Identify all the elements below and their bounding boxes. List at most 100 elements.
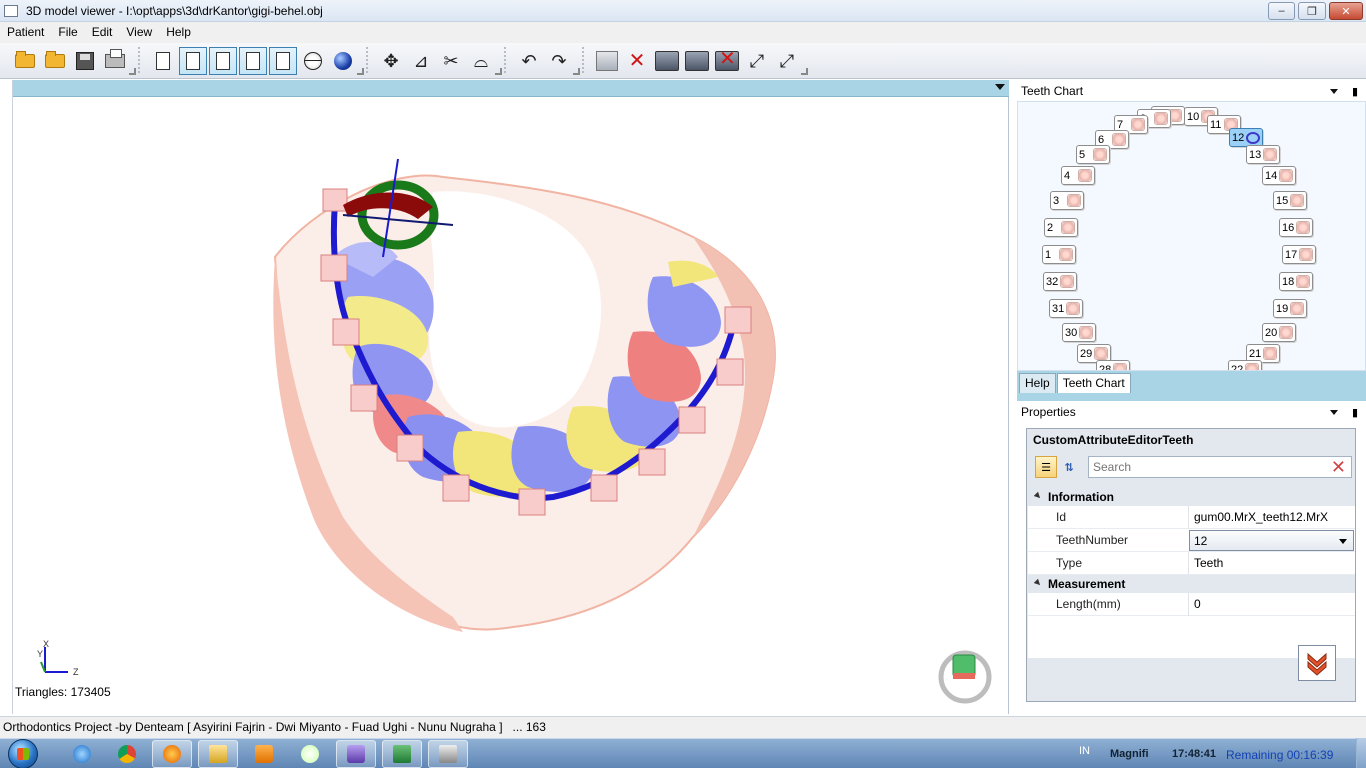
tooth-4[interactable]: 4 xyxy=(1061,166,1095,185)
property-value-type[interactable]: Teeth xyxy=(1188,552,1355,575)
menu-patient[interactable]: Patient xyxy=(0,22,51,43)
property-value-length[interactable]: 0 xyxy=(1188,593,1355,616)
open-file-button[interactable] xyxy=(41,47,69,75)
machine-button-2[interactable] xyxy=(683,47,711,75)
tooth-18[interactable]: 18 xyxy=(1279,272,1314,291)
clear-search-icon[interactable]: ✕ xyxy=(1331,457,1346,477)
property-value-id[interactable]: gum00.MrX_teeth12.MrX xyxy=(1188,506,1355,529)
undo-button[interactable]: ↶ xyxy=(515,47,543,75)
view-page-button[interactable] xyxy=(179,46,207,75)
taskbar-chrome[interactable] xyxy=(107,740,147,768)
property-row-id[interactable]: Id gum00.MrX_teeth12.MrX xyxy=(1028,506,1355,529)
tooth-15[interactable]: 15 xyxy=(1273,191,1308,210)
bracket xyxy=(716,358,744,386)
property-row-teethnumber[interactable]: TeethNumber 12 xyxy=(1028,529,1355,552)
bezier-tool-button[interactable]: ⌓ xyxy=(467,47,495,75)
solid-render-button[interactable] xyxy=(329,47,357,75)
tooth-32[interactable]: 32 xyxy=(1043,272,1078,291)
start-button[interactable] xyxy=(8,739,38,768)
redo-button[interactable]: ↷ xyxy=(545,47,573,75)
machine-button[interactable] xyxy=(653,47,681,75)
view-page-button[interactable] xyxy=(209,46,237,75)
tooth-1[interactable]: 1 xyxy=(1042,245,1076,264)
connect-button[interactable]: ⤢ xyxy=(743,47,771,75)
cut-tool-button[interactable]: ✂ xyxy=(437,47,465,75)
menu-file[interactable]: File xyxy=(51,22,84,43)
teeth-chart: 9 10 8 7 11 12 6 5 13 4 14 3 15 2 16 1 1… xyxy=(1017,101,1366,371)
taskbar-visual-studio[interactable] xyxy=(336,740,376,768)
machine-icon xyxy=(655,50,679,71)
property-search-input[interactable] xyxy=(1089,457,1319,477)
menu-help[interactable]: Help xyxy=(159,22,198,43)
add-bracket-button[interactable] xyxy=(593,47,621,75)
tooth-31[interactable]: 31 xyxy=(1049,299,1084,318)
property-row-length[interactable]: Length(mm) 0 xyxy=(1028,593,1355,616)
tooth-20[interactable]: 20 xyxy=(1262,323,1297,342)
tooth-17[interactable]: 17 xyxy=(1282,245,1317,264)
pin-icon[interactable]: ▮ xyxy=(1352,85,1358,98)
categorized-view-button[interactable]: ☰ xyxy=(1035,456,1057,478)
pin-icon[interactable]: ▮ xyxy=(1352,406,1358,419)
select-tool-button[interactable]: ⊿ xyxy=(407,47,435,75)
tooth-19[interactable]: 19 xyxy=(1273,299,1308,318)
tooth-3[interactable]: 3 xyxy=(1050,191,1084,210)
language-indicator[interactable]: IN xyxy=(1079,745,1090,757)
expand-button[interactable] xyxy=(1298,645,1336,681)
view-page-button[interactable] xyxy=(149,47,177,75)
alphabetical-sort-button[interactable]: ⇅ xyxy=(1058,456,1080,478)
taskbar-ie[interactable] xyxy=(62,740,102,768)
property-name: TeethNumber xyxy=(1056,533,1129,547)
taskbar-explorer[interactable] xyxy=(198,740,238,768)
tooth-5[interactable]: 5 xyxy=(1076,145,1110,164)
tooth-28[interactable]: 28 xyxy=(1096,360,1131,370)
tooth-2[interactable]: 2 xyxy=(1044,218,1078,237)
taskbar-media[interactable] xyxy=(244,740,284,768)
tooth-16[interactable]: 16 xyxy=(1279,218,1314,237)
teeth-number-select[interactable]: 12 xyxy=(1189,530,1354,551)
tab-teeth-chart[interactable]: Teeth Chart xyxy=(1056,373,1131,393)
panel-dropdown-icon[interactable] xyxy=(1330,89,1338,94)
save-button[interactable] xyxy=(71,47,99,75)
category-information[interactable]: Information xyxy=(1028,488,1355,506)
menu-edit[interactable]: Edit xyxy=(85,22,120,43)
property-name: Length(mm) xyxy=(1056,597,1121,611)
property-row-type[interactable]: Type Teeth xyxy=(1028,552,1355,575)
show-desktop-button[interactable] xyxy=(1356,738,1366,768)
tab-help[interactable]: Help xyxy=(1019,373,1056,393)
chrome-icon xyxy=(118,745,136,763)
minimize-button[interactable]: ‒ xyxy=(1268,2,1295,20)
delete-bracket-button[interactable]: ✕ xyxy=(623,47,651,75)
tooth-14[interactable]: 14 xyxy=(1262,166,1297,185)
view-page-button[interactable] xyxy=(239,46,267,75)
tooth-22[interactable]: 22 xyxy=(1228,360,1263,370)
open-patient-button[interactable] xyxy=(11,47,39,75)
close-button[interactable]: ✕ xyxy=(1329,2,1363,20)
panel-dropdown-icon[interactable] xyxy=(1330,410,1338,415)
collapse-triangle-icon[interactable] xyxy=(1033,578,1043,588)
menu-view[interactable]: View xyxy=(119,22,159,43)
category-measurement[interactable]: Measurement xyxy=(1028,575,1355,593)
select-tool-icon: ⊿ xyxy=(413,50,429,71)
panel-splitter[interactable] xyxy=(1017,393,1366,401)
tooth-13[interactable]: 13 xyxy=(1246,145,1281,164)
collapse-triangle-icon[interactable] xyxy=(1033,491,1043,501)
toolbar-separator xyxy=(366,46,368,75)
machine-delete-button[interactable]: ✕ xyxy=(713,47,741,75)
window-title: 3D model viewer - I:\opt\apps\3d\drKanto… xyxy=(26,3,323,18)
wireframe-button[interactable] xyxy=(299,47,327,75)
view-page-button[interactable] xyxy=(269,46,297,75)
dental-model-render[interactable] xyxy=(13,97,1009,714)
maximize-button[interactable]: ❐ xyxy=(1298,2,1326,20)
taskbar-excel[interactable] xyxy=(382,740,422,768)
viewer-dropdown-icon[interactable] xyxy=(995,84,1005,90)
print-button[interactable] xyxy=(101,47,129,75)
taskbar-firefox[interactable] xyxy=(152,740,192,768)
3d-viewport[interactable]: X Y Z Triangles: 173405 xyxy=(13,97,1009,714)
move-tool-button[interactable]: ✥ xyxy=(377,47,405,75)
taskbar-app[interactable] xyxy=(290,740,330,768)
toolbar-group-history: ↶ ↷ xyxy=(510,45,580,77)
connect-button-2[interactable]: ⤢ xyxy=(773,47,801,75)
taskbar-3d-viewer[interactable] xyxy=(428,740,468,768)
tooth-30[interactable]: 30 xyxy=(1062,323,1097,342)
clock[interactable]: 17:48:41 xyxy=(1172,748,1216,760)
